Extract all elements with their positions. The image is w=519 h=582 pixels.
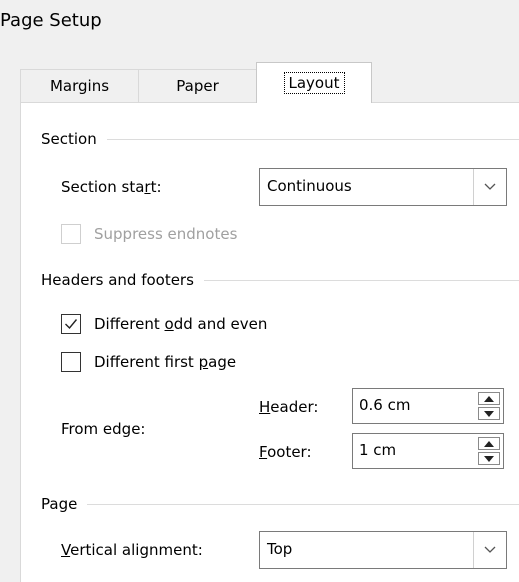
triangle-down-icon — [484, 410, 494, 417]
header-spin-down-button[interactable] — [478, 407, 500, 420]
section-group-label: Section — [41, 130, 97, 148]
header-spin-up-button[interactable] — [478, 392, 500, 405]
checkmark-icon — [65, 319, 78, 330]
triangle-up-icon — [484, 440, 494, 447]
suppress-endnotes-checkbox[interactable] — [61, 224, 81, 244]
section-divider — [106, 138, 519, 140]
dialog-title: Page Setup — [0, 10, 102, 31]
different-first-page-label: Different first page — [94, 353, 237, 371]
headers-footers-divider — [203, 279, 519, 281]
chevron-down-icon[interactable] — [473, 532, 506, 568]
different-odd-even-checkbox[interactable] — [61, 314, 81, 334]
suppress-endnotes-label: Suppress endnotes — [94, 225, 238, 243]
header-distance-spinner[interactable]: 0.6 cm — [352, 388, 504, 424]
chevron-down-icon[interactable] — [473, 169, 506, 205]
tab-paper[interactable]: Paper — [138, 69, 257, 102]
section-start-label: Section start: — [61, 178, 162, 196]
header-distance-value: 0.6 cm — [359, 396, 411, 414]
footer-distance-value: 1 cm — [359, 441, 397, 459]
tab-layout-label: Layout — [283, 72, 345, 94]
headers-footers-group-header: Headers and footers — [41, 271, 519, 289]
headers-footers-group-label: Headers and footers — [41, 271, 194, 289]
tab-margins[interactable]: Margins — [20, 69, 139, 102]
tab-margins-label: Margins — [49, 77, 110, 95]
section-group-header: Section — [41, 130, 519, 148]
footer-spin-up-button[interactable] — [478, 437, 500, 450]
vertical-alignment-dropdown[interactable]: Top — [259, 531, 507, 569]
different-odd-even-label: Different odd and even — [94, 315, 268, 333]
tab-paper-label: Paper — [176, 77, 219, 95]
triangle-down-icon — [484, 455, 494, 462]
from-edge-label: From edge: — [61, 420, 146, 438]
triangle-up-icon — [484, 395, 494, 402]
tab-layout[interactable]: Layout — [256, 62, 372, 103]
page-group-header: Page — [41, 495, 519, 513]
section-start-value: Continuous — [267, 177, 352, 195]
header-distance-label: Header: — [259, 398, 319, 416]
footer-distance-label: Footer: — [259, 443, 312, 461]
section-start-dropdown[interactable]: Continuous — [259, 168, 507, 206]
different-first-page-checkbox[interactable] — [61, 352, 81, 372]
vertical-alignment-value: Top — [267, 540, 293, 558]
footer-distance-spinner[interactable]: 1 cm — [352, 433, 504, 469]
page-group-label: Page — [41, 495, 78, 513]
page-divider — [87, 503, 519, 505]
footer-spin-down-button[interactable] — [478, 452, 500, 465]
vertical-alignment-label: Vertical alignment: — [61, 541, 203, 559]
